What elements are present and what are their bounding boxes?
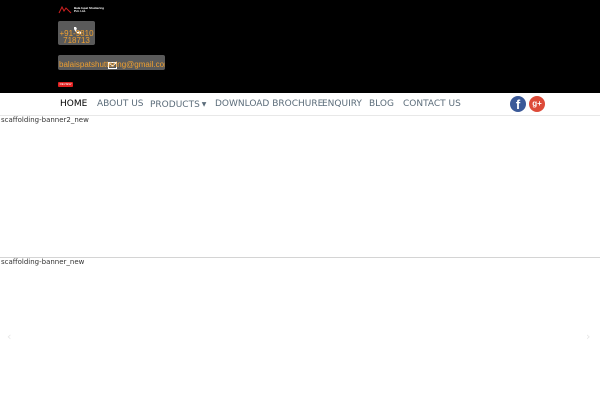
- site-logo[interactable]: Bala Ispat Shuttering Pvt. Ltd.: [58, 4, 106, 16]
- review-badge[interactable]: REVIEW: [58, 82, 73, 87]
- phone-number[interactable]: +91-9810 718713: [58, 30, 95, 45]
- nav-item-home[interactable]: HOME: [60, 93, 87, 116]
- chevron-down-icon: ▼: [201, 101, 207, 108]
- nav-item-contact-us[interactable]: CONTACT US: [403, 93, 461, 116]
- nav-item-download-brochure[interactable]: DOWNLOAD BROCHURE: [215, 93, 323, 116]
- slider-prev-icon[interactable]: ‹: [7, 330, 11, 343]
- nav-item-about-us[interactable]: ABOUT US: [97, 93, 144, 116]
- nav-item-enquiry[interactable]: ENQUIRY: [322, 93, 362, 116]
- facebook-glyph: f: [515, 97, 521, 112]
- banner-slide-1: scaffolding-banner2_new: [0, 116, 600, 258]
- nav-item-products-label: PRODUCTS: [150, 100, 200, 110]
- google-plus-icon[interactable]: g+: [529, 96, 545, 112]
- logo-text: Bala Ispat Shuttering Pvt. Ltd.: [74, 5, 105, 13]
- logo-mark-icon: [58, 6, 72, 14]
- slider-next-icon[interactable]: ›: [586, 330, 590, 343]
- facebook-icon[interactable]: f: [510, 96, 526, 112]
- nav-item-products[interactable]: PRODUCTS ▼: [150, 93, 206, 116]
- phone-contact-box[interactable]: +91-9810 718713: [58, 21, 95, 45]
- banner-slide-2: scaffolding-banner_new: [0, 258, 600, 400]
- banner-image-alt: scaffolding-banner_new: [1, 258, 85, 266]
- review-badge-label: REVIEW: [59, 82, 72, 86]
- google-plus-glyph: g+: [532, 99, 542, 108]
- top-header: Bala Ispat Shuttering Pvt. Ltd. +91-9810…: [0, 0, 600, 93]
- nav-item-blog[interactable]: BLOG: [369, 93, 394, 116]
- banner-image-alt: scaffolding-banner2_new: [1, 116, 89, 124]
- email-address[interactable]: balaispatshuttering@gmail.com: [59, 61, 165, 69]
- email-contact-box[interactable]: balaispatshuttering@gmail.com: [58, 55, 165, 70]
